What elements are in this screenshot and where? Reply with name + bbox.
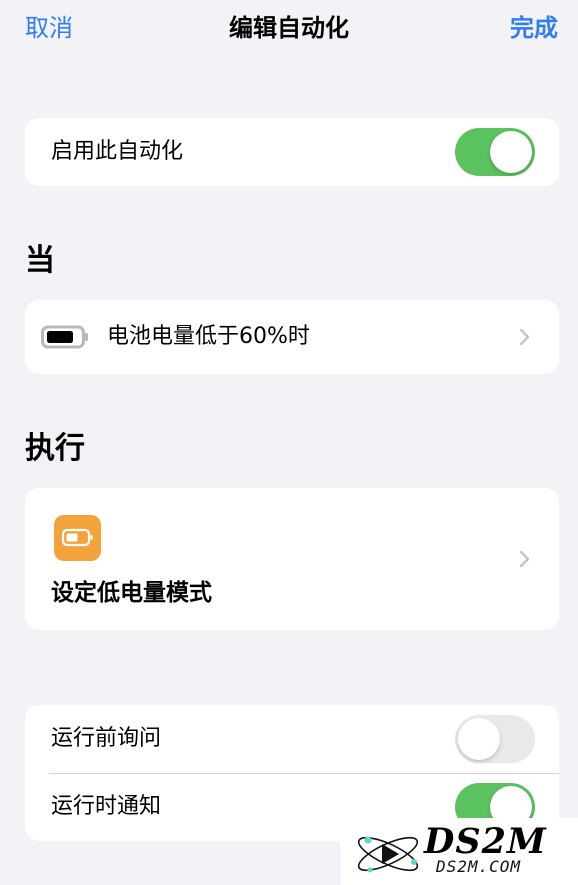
chevron-right-icon: [519, 328, 530, 346]
action-card[interactable]: 设定低电量模式: [25, 488, 559, 630]
enable-automation-toggle[interactable]: [455, 128, 535, 176]
enable-automation-row: 启用此自动化: [25, 118, 559, 186]
done-button[interactable]: 完成: [510, 12, 558, 44]
ask-before-running-label: 运行前询问: [51, 726, 162, 751]
watermark-subtitle: DS2M.COM: [436, 857, 522, 876]
watermark: DS2M DS2M.COM: [340, 818, 578, 885]
watermark-title: DS2M: [424, 821, 547, 862]
trigger-row[interactable]: 电池电量低于60%时: [25, 300, 559, 374]
ask-before-running-toggle[interactable]: [455, 715, 535, 763]
atom-logo-icon: [357, 836, 419, 873]
low-power-mode-icon: [54, 515, 101, 561]
do-section-title: 执行: [25, 431, 85, 466]
trigger-card[interactable]: 电池电量低于60%时: [25, 300, 559, 374]
edit-automation-screen: 取消 编辑自动化 完成 启用此自动化 当 电池电量低于60%时 执行 设定低电量…: [0, 0, 578, 885]
trigger-label: 电池电量低于60%时: [107, 324, 310, 349]
action-row[interactable]: 设定低电量模式: [25, 488, 559, 630]
enable-automation-label: 启用此自动化: [51, 139, 184, 164]
action-label: 设定低电量模式: [51, 580, 212, 606]
battery-icon: [41, 325, 88, 349]
enable-automation-card: 启用此自动化: [25, 118, 559, 186]
when-section-title: 当: [25, 243, 55, 278]
toggle-knob: [490, 131, 532, 173]
chevron-right-icon: [519, 550, 530, 568]
notify-when-run-label: 运行时通知: [51, 794, 162, 819]
ask-before-running-row: 运行前询问: [25, 705, 559, 773]
navigation-bar: 取消 编辑自动化 完成: [0, 0, 578, 56]
toggle-knob: [458, 718, 500, 760]
battery-icon: [61, 528, 93, 547]
page-title: 编辑自动化: [229, 14, 349, 42]
